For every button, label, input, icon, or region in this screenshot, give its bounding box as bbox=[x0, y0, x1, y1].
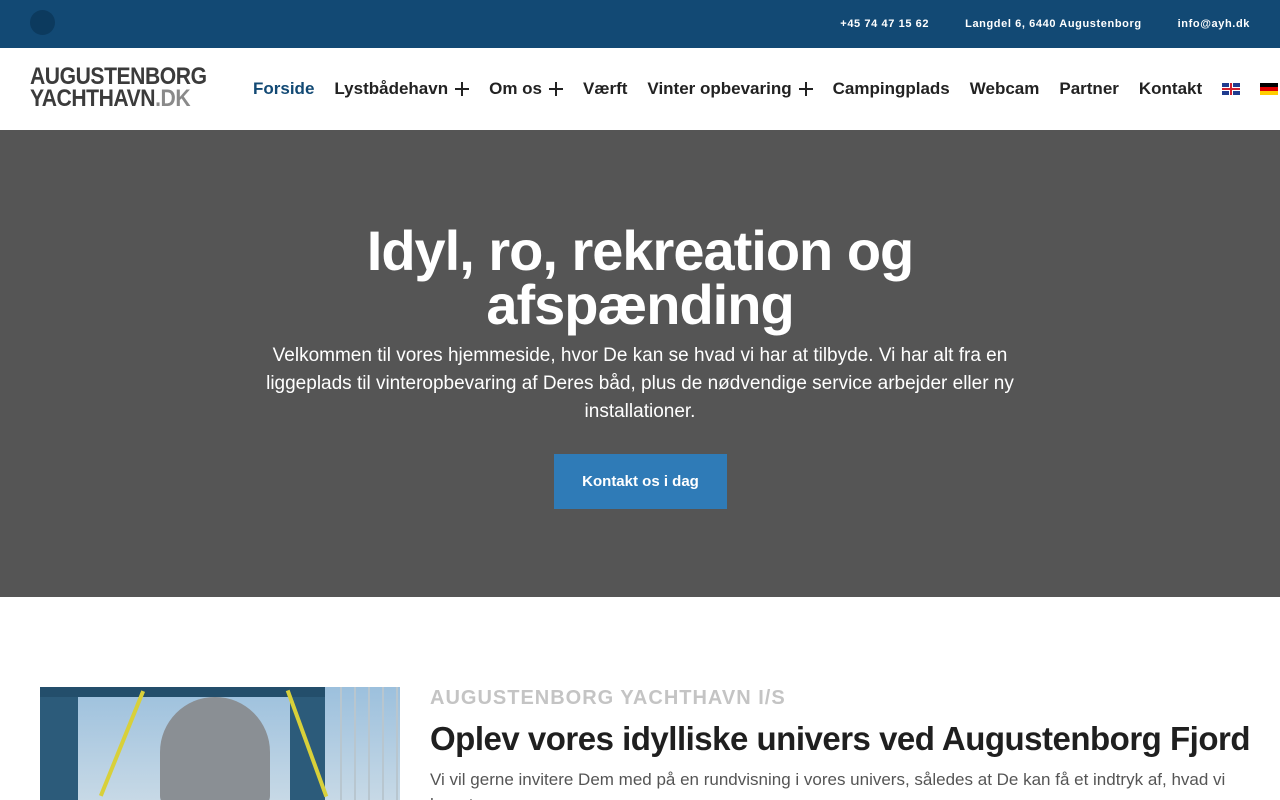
nav-item-label: Webcam bbox=[969, 79, 1040, 98]
nav-item-forside[interactable]: Forside bbox=[253, 79, 314, 99]
nav-item-label: Forside bbox=[253, 79, 315, 98]
nav-item-label: Lystbådehavn bbox=[334, 79, 449, 98]
german-flag-icon[interactable] bbox=[1260, 83, 1279, 95]
nav-item-label: Campingplads bbox=[832, 79, 950, 98]
top-bar: +45 74 47 15 62 Langdel 6, 6440 Augusten… bbox=[0, 0, 1280, 48]
section-title: Oplev vores idylliske univers ved August… bbox=[430, 720, 1251, 757]
main-nav: Forside Lystbådehavn Om os Værft Vinter … bbox=[253, 48, 1280, 130]
nav-item-vaerft[interactable]: Værft bbox=[583, 79, 627, 99]
nav-item-label: Vinter opbevaring bbox=[647, 79, 792, 98]
nav-item-campingplads[interactable]: Campingplads bbox=[833, 79, 950, 99]
hero-title: Idyl, ro, rekreation og afspænding bbox=[366, 219, 914, 336]
contact-cta-button[interactable]: Kontakt os i dag bbox=[554, 454, 727, 509]
hero-section: Idyl, ro, rekreation og afspænding Velko… bbox=[0, 130, 1280, 597]
section-text: Vi vil gerne invitere Dem med på en rund… bbox=[430, 770, 1226, 800]
email-link[interactable]: info@ayh.dk bbox=[1178, 18, 1250, 30]
boat-lift-photo bbox=[40, 687, 400, 800]
logo-suffix: .DK bbox=[155, 85, 191, 112]
plus-icon[interactable] bbox=[455, 82, 470, 96]
nav-item-label: Partner bbox=[1059, 79, 1119, 98]
site-header: AUGUSTENBORG YACHTHAVN.DK Forside Lystbå… bbox=[0, 48, 1280, 130]
nav-item-label: Værft bbox=[583, 79, 628, 98]
circle-icon bbox=[30, 10, 55, 35]
nav-item-om-os[interactable]: Om os bbox=[489, 79, 563, 99]
plus-icon[interactable] bbox=[549, 82, 563, 96]
nav-item-webcam[interactable]: Webcam bbox=[970, 79, 1040, 99]
nav-item-partner[interactable]: Partner bbox=[1059, 79, 1119, 99]
top-contacts: +45 74 47 15 62 Langdel 6, 6440 Augusten… bbox=[840, 0, 1250, 48]
section-eyebrow: AUGUSTENBORG YACHTHAVN I/S bbox=[430, 687, 786, 709]
address-text: Langdel 6, 6440 Augustenborg bbox=[965, 18, 1142, 30]
site-logo[interactable]: AUGUSTENBORG YACHTHAVN.DK bbox=[30, 65, 230, 112]
logo-line2: YACHTHAVN.DK bbox=[30, 85, 206, 112]
phone-link[interactable]: +45 74 47 15 62 bbox=[840, 18, 929, 30]
plus-icon[interactable] bbox=[798, 82, 813, 96]
nav-item-lystbaadehavn[interactable]: Lystbådehavn bbox=[334, 79, 470, 99]
hero-text: Velkommen til vores hjemmeside, hvor De … bbox=[266, 345, 1014, 422]
nav-item-vinter-opbevaring[interactable]: Vinter opbevaring bbox=[647, 79, 813, 99]
logo-line2-text: YACHTHAVN bbox=[30, 85, 156, 112]
nav-item-label: Kontakt bbox=[1138, 79, 1203, 98]
english-flag-icon[interactable] bbox=[1222, 83, 1241, 95]
nav-item-kontakt[interactable]: Kontakt bbox=[1139, 79, 1202, 99]
nav-item-label: Om os bbox=[489, 79, 542, 98]
